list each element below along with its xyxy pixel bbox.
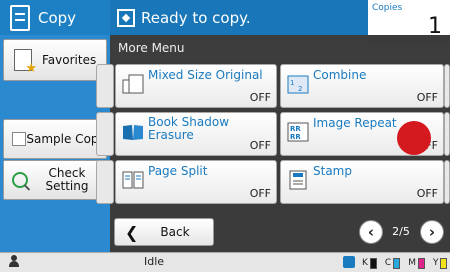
toner-bar xyxy=(393,257,401,269)
back-button[interactable]: ❮ Back xyxy=(114,218,214,246)
tile-value: OFF xyxy=(416,91,438,104)
tile-value: OFF xyxy=(249,187,271,200)
svg-text:RR: RR xyxy=(290,133,301,141)
page-split-icon xyxy=(122,171,144,189)
previous-page-button[interactable]: ‹ xyxy=(359,220,383,244)
machine-status: Idle xyxy=(144,255,165,268)
sample-copy-checkbox-icon xyxy=(12,132,26,146)
tile-value: OFF xyxy=(416,187,438,200)
prev-page-tile-edge xyxy=(96,112,114,156)
toner-k: K xyxy=(362,257,377,269)
stamp-icon xyxy=(289,170,307,190)
tile-name: Stamp xyxy=(313,164,352,178)
tile-name: Page Split xyxy=(148,164,208,178)
check-setting-button[interactable]: Check Setting xyxy=(3,160,107,200)
chevron-left-icon: ‹ xyxy=(367,223,375,241)
next-page-tile-edge xyxy=(444,160,450,204)
toner-label: K xyxy=(362,258,368,268)
next-page-button[interactable]: › xyxy=(420,220,444,244)
tile-book-shadow-erasure[interactable]: Book Shadow Erasure OFF xyxy=(115,112,277,156)
menu-header-strip xyxy=(368,45,450,60)
page-indicator: 2/5 xyxy=(392,225,410,238)
book-icon xyxy=(123,125,143,140)
svg-text:2: 2 xyxy=(298,85,302,93)
next-page-tile-edge xyxy=(444,64,450,108)
prev-page-tile-edge xyxy=(96,160,114,204)
menu-title: More Menu xyxy=(110,35,368,60)
combine-icon: 1 2 xyxy=(287,75,309,94)
eco-mode-icon[interactable] xyxy=(343,256,355,268)
toner-label: Y xyxy=(432,258,439,268)
toner-label: M xyxy=(408,258,416,268)
prev-page-tile-edge xyxy=(96,64,114,108)
next-page-tile-edge xyxy=(444,112,450,156)
tile-name: Mixed Size Original xyxy=(148,68,263,82)
user-icon xyxy=(8,255,20,268)
image-repeat-icon: RR RR xyxy=(287,122,309,142)
touch-indicator xyxy=(397,121,431,155)
check-setting-label: Check Setting xyxy=(45,166,89,193)
tile-value: OFF xyxy=(249,139,271,152)
tile-name: Image Repeat xyxy=(313,116,397,130)
magnifier-check-icon xyxy=(12,172,28,188)
toner-bar xyxy=(369,257,377,269)
toner-levels: KCMY xyxy=(362,257,448,269)
tile-value: OFF xyxy=(249,91,271,104)
chevron-right-icon: › xyxy=(428,223,436,241)
mixed-size-icon xyxy=(122,74,144,94)
status-diamond-icon xyxy=(117,8,135,27)
toner-label: C xyxy=(384,258,392,268)
sample-copy-button[interactable]: Sample Copy xyxy=(3,119,107,159)
app-title: Copy xyxy=(0,0,110,35)
chevron-left-icon: ❮ xyxy=(125,222,139,242)
copy-document-icon xyxy=(10,4,30,31)
copies-label: Copies xyxy=(372,3,403,13)
toner-bar xyxy=(417,257,425,269)
tile-stamp[interactable]: Stamp OFF xyxy=(280,160,444,204)
svg-text:RR: RR xyxy=(290,125,301,133)
svg-text:1: 1 xyxy=(290,79,294,87)
toner-y: Y xyxy=(433,257,448,269)
tile-page-split[interactable]: Page Split OFF xyxy=(115,160,277,204)
tile-name: Combine xyxy=(313,68,367,82)
toner-c: C xyxy=(384,257,401,269)
back-label: Back xyxy=(160,225,190,239)
favorites-star-icon: ★ xyxy=(14,49,37,75)
sample-copy-label: Sample Copy xyxy=(26,131,106,146)
app-title-label: Copy xyxy=(38,8,77,27)
toner-bar xyxy=(440,257,448,269)
tile-mixed-size-original[interactable]: Mixed Size Original OFF xyxy=(115,64,277,108)
tile-combine[interactable]: 1 2 Combine OFF xyxy=(280,64,444,108)
favorites-label: Favorites xyxy=(42,53,97,67)
status-text: Ready to copy. xyxy=(141,8,251,27)
favorites-button[interactable]: ★ Favorites xyxy=(3,39,107,81)
toner-m: M xyxy=(408,257,425,269)
status-message: Ready to copy. xyxy=(112,0,367,35)
